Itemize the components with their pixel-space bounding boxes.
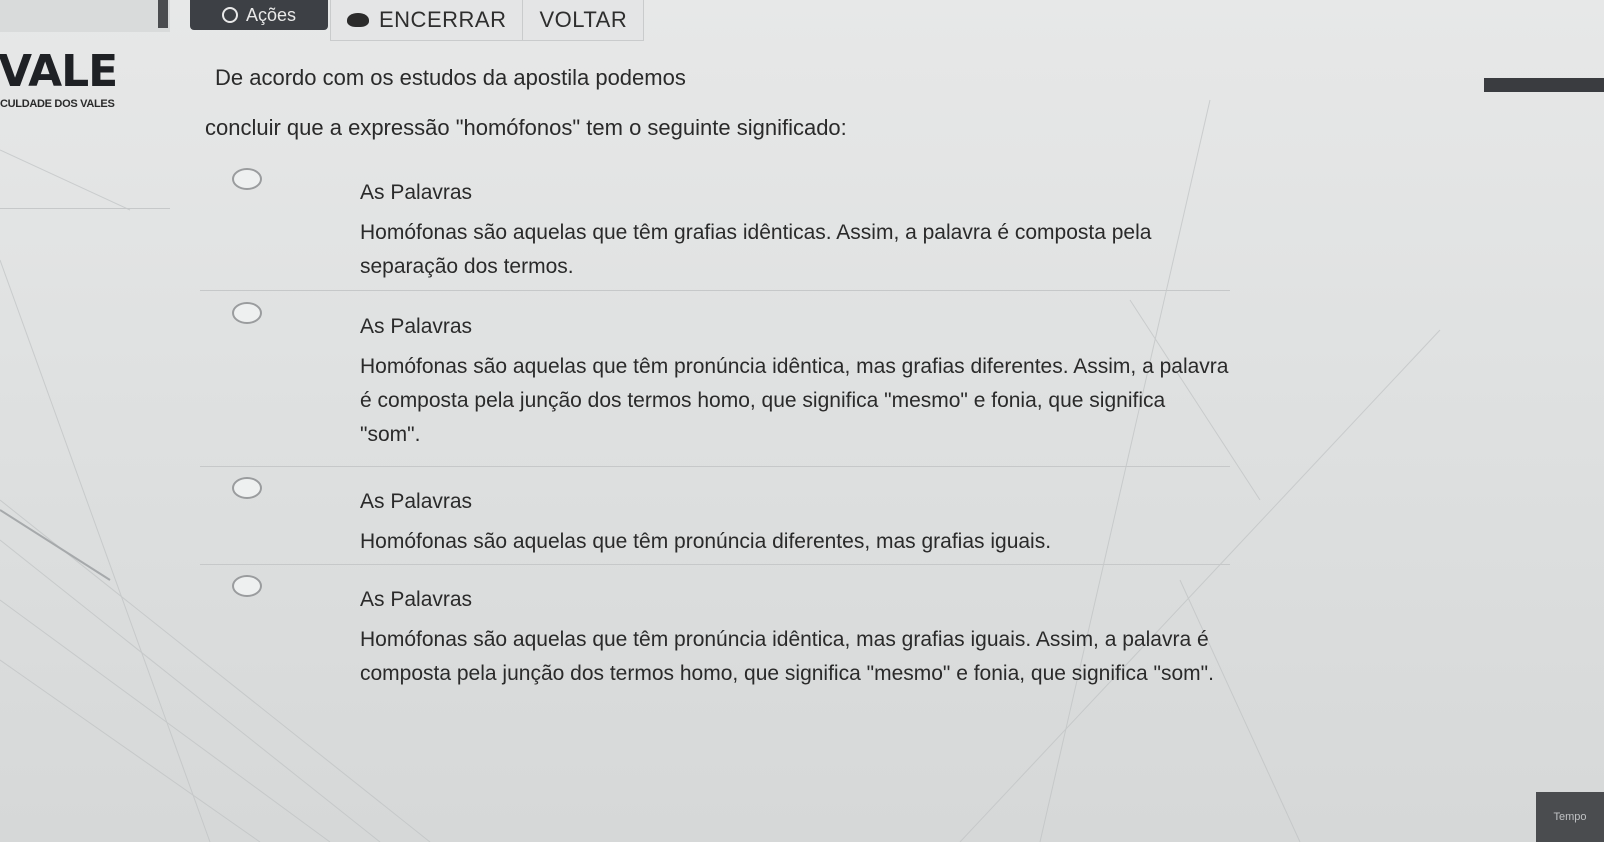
option-body-a: Homófonas são aquelas que têm grafias id… — [360, 221, 1152, 278]
option-head-a: As Palavras — [360, 181, 473, 204]
option-body-b: Homófonas são aquelas que têm pronúncia … — [360, 355, 1229, 446]
question-text: De acordo com os estudos da apostila pod… — [205, 58, 985, 148]
timer-tab[interactable]: Tempo — [1536, 792, 1604, 842]
option-body-d: Homófonas são aquelas que têm pronúncia … — [360, 628, 1214, 685]
option-text-a: As Palavras Homófonas são aquelas que tê… — [360, 176, 1230, 284]
divider — [0, 208, 170, 209]
divider — [200, 290, 1230, 291]
toolbar-dark-edge — [158, 0, 168, 28]
option-text-b: As Palavras Homófonas são aquelas que tê… — [360, 310, 1230, 452]
option-head-c: As Palavras — [360, 490, 473, 513]
encerrar-label: ENCERRAR — [379, 7, 507, 32]
acoes-button[interactable]: Ações — [190, 0, 328, 30]
option-head-b: As Palavras — [360, 315, 473, 338]
encerrar-button[interactable]: ENCERRAR — [331, 0, 524, 40]
option-text-d: As Palavras Homófonas são aquelas que tê… — [360, 583, 1230, 691]
logo-title: VALE — [0, 46, 118, 97]
divider — [200, 564, 1230, 565]
voltar-button[interactable]: VOLTAR — [523, 0, 643, 40]
question-line-1: De acordo com os estudos da apostila pod… — [215, 65, 686, 90]
toolbar-button-group: ENCERRAR VOLTAR — [330, 0, 645, 41]
brand-logo: VALE CULDADE DOS VALES — [0, 46, 118, 111]
option-head-d: As Palavras — [360, 588, 473, 611]
divider — [200, 466, 1230, 467]
radio-button-d[interactable] — [232, 575, 262, 597]
right-accent-bar — [1484, 78, 1604, 92]
option-body-c: Homófonas são aquelas que têm pronúncia … — [360, 530, 1052, 553]
top-toolbar: Ações ENCERRAR VOLTAR — [0, 0, 1604, 41]
logo-subtitle: CULDADE DOS VALES — [0, 98, 115, 110]
timer-label: Tempo — [1553, 811, 1587, 823]
toolbar-left-strip — [0, 0, 170, 32]
clock-icon — [221, 7, 238, 23]
radio-button-c[interactable] — [232, 477, 262, 499]
radio-button-b[interactable] — [232, 302, 262, 324]
acoes-label: Ações — [245, 4, 297, 25]
radio-button-a[interactable] — [232, 168, 262, 190]
question-line-2: concluir que a expressão "homófonos" tem… — [205, 115, 847, 140]
power-icon — [347, 13, 369, 27]
voltar-label: VOLTAR — [539, 7, 628, 32]
option-text-c: As Palavras Homófonas são aquelas que tê… — [360, 485, 1230, 559]
